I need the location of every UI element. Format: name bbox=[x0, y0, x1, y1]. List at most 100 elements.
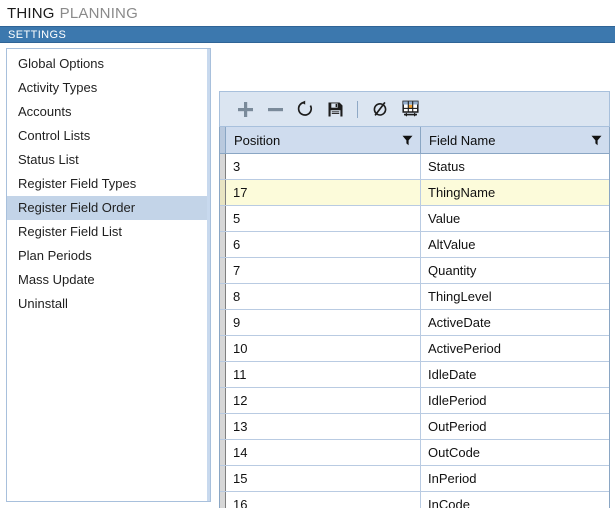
cell-position-value: 10 bbox=[233, 341, 248, 356]
cell-field-name-value: Status bbox=[428, 159, 465, 174]
table-row[interactable]: 17 ThingName bbox=[220, 180, 609, 206]
cell-field-name[interactable]: ThingLevel bbox=[421, 284, 609, 309]
cell-position-value: 7 bbox=[233, 263, 241, 278]
add-row-button[interactable] bbox=[230, 95, 260, 123]
cell-position[interactable]: 11 bbox=[226, 362, 421, 387]
sidebar-item-status-list[interactable]: Status List bbox=[7, 148, 210, 172]
sidebar-scrollbar[interactable] bbox=[207, 49, 210, 501]
cell-position[interactable]: 6 bbox=[226, 232, 421, 257]
toolbar-separator bbox=[357, 100, 358, 118]
minus-icon bbox=[267, 107, 283, 111]
table-row[interactable]: 16 InCode bbox=[220, 492, 609, 508]
table-row[interactable]: 3 Status bbox=[220, 154, 609, 180]
cell-field-name-value: Quantity bbox=[428, 263, 477, 278]
cell-position[interactable]: 10 bbox=[226, 336, 421, 361]
column-header-position[interactable]: Position bbox=[226, 127, 421, 153]
cell-position[interactable]: 14 bbox=[226, 440, 421, 465]
cell-position-value: 11 bbox=[233, 367, 247, 382]
cell-field-name[interactable]: IdlePeriod bbox=[421, 388, 609, 413]
cell-field-name[interactable]: Quantity bbox=[421, 258, 609, 283]
cell-position[interactable]: 7 bbox=[226, 258, 421, 283]
table-row[interactable]: 8 ThingLevel bbox=[220, 284, 609, 310]
cell-position-value: 9 bbox=[233, 315, 241, 330]
settings-navigation-list: Global Options Activity Types Accounts Cont… bbox=[7, 49, 210, 316]
cell-field-name[interactable]: ThingName bbox=[421, 180, 609, 205]
cell-position[interactable]: 8 bbox=[226, 284, 421, 309]
refresh-button[interactable] bbox=[290, 95, 320, 123]
cell-field-name[interactable]: InCode bbox=[421, 492, 609, 508]
grid-header-row: Position Field Name bbox=[219, 127, 610, 154]
body-area: Global Options Activity Types Accounts Cont… bbox=[0, 43, 615, 508]
sidebar-item-register-field-order[interactable]: Register Field Order bbox=[7, 196, 210, 220]
cell-field-name-value: Value bbox=[428, 211, 461, 226]
app-title-secondary: PLANNING bbox=[59, 4, 138, 22]
cell-field-name[interactable]: Status bbox=[421, 154, 609, 179]
cell-position[interactable]: 9 bbox=[226, 310, 421, 335]
cell-field-name-value: OutCode bbox=[428, 445, 481, 460]
cell-field-name[interactable]: IdleDate bbox=[421, 362, 609, 387]
sidebar-item-mass-update[interactable]: Mass Update bbox=[7, 268, 210, 292]
sidebar-item-control-lists[interactable]: Control Lists bbox=[7, 124, 210, 148]
plus-icon bbox=[237, 101, 253, 117]
cell-position[interactable]: 5 bbox=[226, 206, 421, 231]
autofit-columns-icon bbox=[401, 100, 419, 117]
sidebar-item-label: Activity Types bbox=[18, 80, 98, 95]
cell-position[interactable]: 12 bbox=[226, 388, 421, 413]
cell-field-name[interactable]: InPeriod bbox=[421, 466, 609, 491]
cell-position-value: 16 bbox=[233, 497, 248, 508]
sidebar-item-label: Plan Periods bbox=[18, 248, 92, 263]
sidebar-item-register-field-types[interactable]: Register Field Types bbox=[7, 172, 210, 196]
sidebar-item-register-field-list[interactable]: Register Field List bbox=[7, 220, 210, 244]
grid-body: 3 Status 17 ThingName 5 Value 6 AltValue 7 Quanti… bbox=[219, 154, 610, 508]
cell-field-name[interactable]: Value bbox=[421, 206, 609, 231]
cell-position-value: 14 bbox=[233, 445, 248, 460]
table-row[interactable]: 6 AltValue bbox=[220, 232, 609, 258]
cell-position-value: 17 bbox=[233, 185, 248, 200]
cell-position[interactable]: 15 bbox=[226, 466, 421, 491]
cell-position[interactable]: 13 bbox=[226, 414, 421, 439]
cell-position-value: 13 bbox=[233, 419, 248, 434]
register-field-order-panel: Position Field Name 3 Status 17 ThingName 5 V… bbox=[219, 91, 610, 508]
cell-position[interactable]: 3 bbox=[226, 154, 421, 179]
table-row[interactable]: 11 IdleDate bbox=[220, 362, 609, 388]
cell-field-name[interactable]: ActivePeriod bbox=[421, 336, 609, 361]
cell-field-name-value: InCode bbox=[428, 497, 470, 508]
sidebar-item-accounts[interactable]: Accounts bbox=[7, 100, 210, 124]
filter-icon[interactable] bbox=[402, 135, 413, 146]
table-row[interactable]: 10 ActivePeriod bbox=[220, 336, 609, 362]
sidebar-item-global-options[interactable]: Global Options bbox=[7, 52, 210, 76]
cell-position[interactable]: 16 bbox=[226, 492, 421, 508]
cell-field-name[interactable]: OutPeriod bbox=[421, 414, 609, 439]
cell-position-value: 6 bbox=[233, 237, 241, 252]
save-icon bbox=[328, 102, 342, 116]
save-button[interactable] bbox=[320, 95, 350, 123]
sidebar-item-activity-types[interactable]: Activity Types bbox=[7, 76, 210, 100]
table-row[interactable]: 13 OutPeriod bbox=[220, 414, 609, 440]
sidebar-item-label: Register Field Order bbox=[18, 200, 136, 215]
cell-position[interactable]: 17 bbox=[226, 180, 421, 205]
column-header-field-name[interactable]: Field Name bbox=[421, 127, 609, 153]
cell-position-value: 5 bbox=[233, 211, 241, 226]
table-row[interactable]: 15 InPeriod bbox=[220, 466, 609, 492]
table-row[interactable]: 5 Value bbox=[220, 206, 609, 232]
remove-row-button[interactable] bbox=[260, 95, 290, 123]
cell-field-name[interactable]: ActiveDate bbox=[421, 310, 609, 335]
table-row[interactable]: 9 ActiveDate bbox=[220, 310, 609, 336]
clear-filter-button[interactable] bbox=[365, 95, 395, 123]
app-title-bar: THING PLANNING bbox=[0, 0, 615, 26]
cell-field-name[interactable]: OutCode bbox=[421, 440, 609, 465]
sidebar-item-uninstall[interactable]: Uninstall bbox=[7, 292, 210, 316]
sidebar-item-label: Register Field Types bbox=[18, 176, 137, 191]
table-row[interactable]: 7 Quantity bbox=[220, 258, 609, 284]
sidebar-item-plan-periods[interactable]: Plan Periods bbox=[7, 244, 210, 268]
filter-icon[interactable] bbox=[591, 135, 602, 146]
table-row[interactable]: 12 IdlePeriod bbox=[220, 388, 609, 414]
table-row[interactable]: 14 OutCode bbox=[220, 440, 609, 466]
cell-field-name-value: ActivePeriod bbox=[428, 341, 501, 356]
autofit-columns-button[interactable] bbox=[395, 95, 425, 123]
cell-field-name[interactable]: AltValue bbox=[421, 232, 609, 257]
sidebar-item-label: Register Field List bbox=[18, 224, 123, 239]
cell-field-name-value: OutPeriod bbox=[428, 419, 487, 434]
refresh-icon bbox=[297, 100, 313, 116]
sidebar-item-label: Control Lists bbox=[18, 128, 91, 143]
